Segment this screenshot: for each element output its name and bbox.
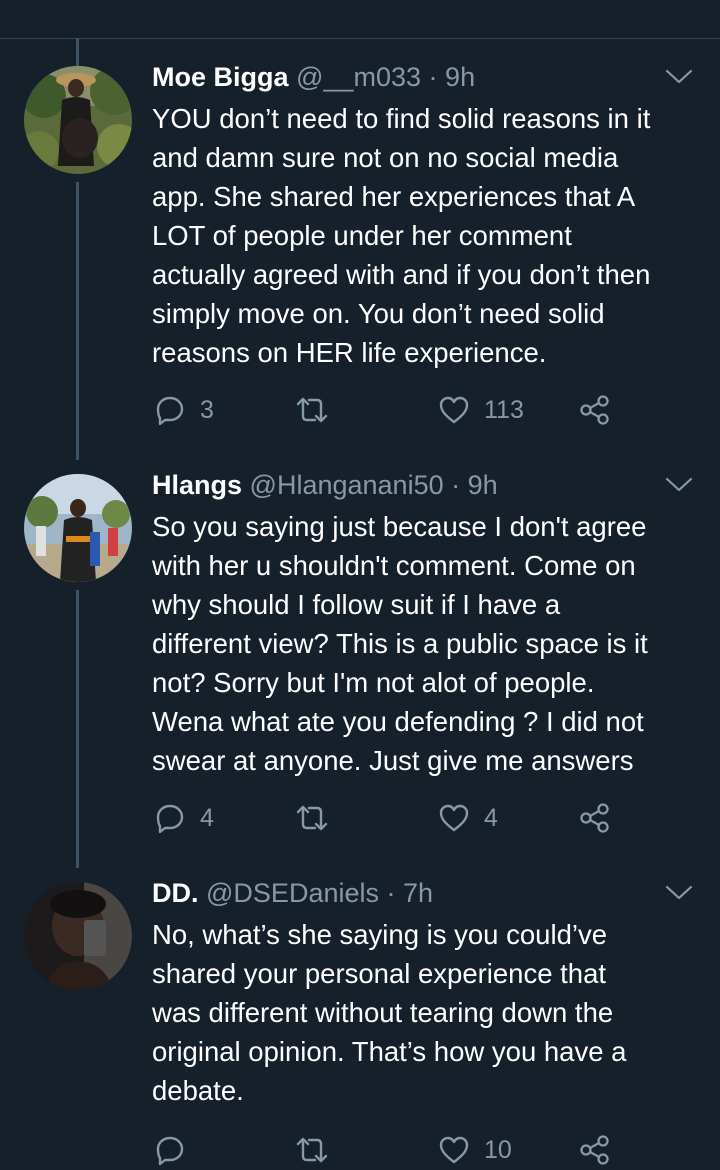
heart-icon xyxy=(439,1136,469,1164)
tweet-header: Moe Bigga @__m033 · 9h xyxy=(152,60,475,94)
timestamp[interactable]: 7h xyxy=(403,878,433,908)
user-handle[interactable]: @__m033 xyxy=(296,62,421,92)
heart-icon xyxy=(439,804,469,832)
share-button[interactable] xyxy=(578,798,612,838)
tweet-text: No, what’s she saying is you could’ve sh… xyxy=(152,919,627,1106)
retweet-icon xyxy=(296,397,328,423)
reply-button[interactable] xyxy=(154,1130,200,1170)
reply-button[interactable]: 3 xyxy=(154,390,214,430)
timestamp[interactable]: 9h xyxy=(445,62,475,92)
display-name[interactable]: Hlangs xyxy=(152,470,242,500)
avatar[interactable] xyxy=(24,474,132,582)
reply-button[interactable]: 4 xyxy=(154,798,214,838)
reply-count: 4 xyxy=(200,803,214,832)
like-button[interactable]: 113 xyxy=(438,390,524,430)
retweet-button[interactable] xyxy=(294,390,344,430)
tweet-text: YOU don’t need to find solid reasons in … xyxy=(152,103,651,368)
tweet-actions: 3 113 xyxy=(152,390,672,430)
tweet-header: DD. @DSEDaniels · 7h xyxy=(152,876,433,910)
separator-dot: · xyxy=(451,470,461,500)
avatar[interactable] xyxy=(24,66,132,174)
like-button[interactable]: 10 xyxy=(438,1130,512,1170)
share-button[interactable] xyxy=(578,390,612,430)
user-handle[interactable]: @Hlanganani50 xyxy=(250,470,444,500)
tweet[interactable]: Moe Bigga @__m033 · 9h YOU don’t need to… xyxy=(0,60,720,460)
tweet-actions: 4 4 xyxy=(152,798,672,838)
chevron-down-icon[interactable] xyxy=(664,66,694,86)
reply-icon xyxy=(156,396,184,426)
heart-icon xyxy=(439,396,469,424)
timestamp[interactable]: 9h xyxy=(468,470,498,500)
top-divider xyxy=(0,38,720,39)
separator-dot: · xyxy=(386,878,396,908)
like-count: 4 xyxy=(484,803,498,832)
display-name[interactable]: DD. xyxy=(152,878,199,908)
chevron-down-icon[interactable] xyxy=(664,882,694,902)
retweet-icon xyxy=(296,805,328,831)
tweet[interactable]: Hlangs @Hlanganani50 · 9h So you saying … xyxy=(0,468,720,868)
like-count: 10 xyxy=(484,1135,512,1164)
display-name[interactable]: Moe Bigga xyxy=(152,62,289,92)
like-count: 113 xyxy=(484,395,524,424)
retweet-button[interactable] xyxy=(294,1130,344,1170)
separator-dot: · xyxy=(428,62,438,92)
user-handle[interactable]: @DSEDaniels xyxy=(206,878,379,908)
tweet-header: Hlangs @Hlanganani50 · 9h xyxy=(152,468,498,502)
avatar[interactable] xyxy=(24,882,132,990)
retweet-button[interactable] xyxy=(294,798,344,838)
tweet-actions: 10 xyxy=(152,1130,672,1170)
retweet-icon xyxy=(296,1137,328,1163)
share-icon xyxy=(580,1135,609,1165)
reply-count: 3 xyxy=(200,395,214,424)
share-button[interactable] xyxy=(578,1130,612,1170)
tweet[interactable]: DD. @DSEDaniels · 7h No, what’s she sayi… xyxy=(0,876,720,1166)
reply-icon xyxy=(156,1136,184,1166)
tweet-text: So you saying just because I don't agree… xyxy=(152,511,648,776)
share-icon xyxy=(580,395,609,425)
reply-icon xyxy=(156,804,184,834)
like-button[interactable]: 4 xyxy=(438,798,498,838)
share-icon xyxy=(580,803,609,833)
chevron-down-icon[interactable] xyxy=(664,474,694,494)
